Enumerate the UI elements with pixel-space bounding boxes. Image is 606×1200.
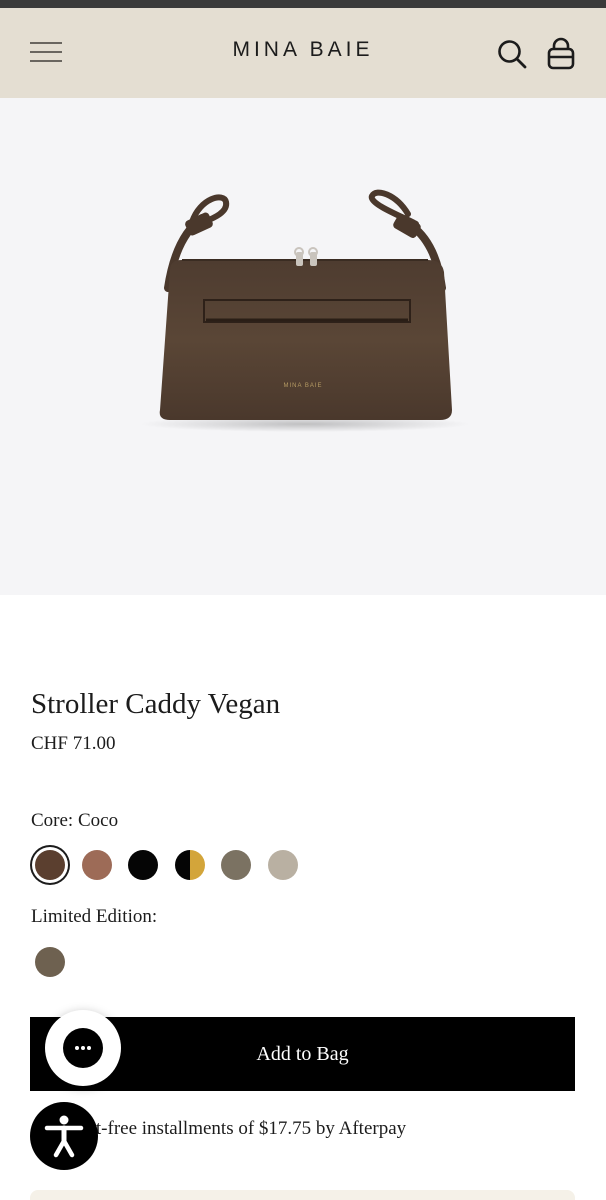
search-icon bbox=[498, 40, 527, 69]
accessibility-button[interactable] bbox=[30, 1102, 98, 1170]
chat-bubble-icon bbox=[63, 1028, 103, 1068]
core-swatch-5[interactable] bbox=[221, 850, 251, 880]
info-card bbox=[30, 1190, 575, 1200]
core-swatch-4[interactable] bbox=[174, 850, 205, 880]
product-logo: MINA BAIE bbox=[283, 383, 322, 389]
search-button[interactable] bbox=[496, 38, 528, 70]
product-price: CHF 71.00 bbox=[31, 733, 116, 754]
core-swatch-6[interactable] bbox=[267, 850, 298, 880]
chat-button[interactable] bbox=[45, 1010, 121, 1086]
product-gallery[interactable]: MINA BAIE bbox=[0, 98, 606, 595]
limited-swatch-1[interactable] bbox=[35, 947, 65, 977]
shopping-bag-icon bbox=[547, 37, 575, 70]
product-image: MINA BAIE bbox=[140, 189, 470, 432]
core-color-label: Core: Coco bbox=[31, 810, 119, 831]
status-strip bbox=[0, 0, 606, 8]
product-title: Stroller Caddy Vegan bbox=[31, 688, 281, 720]
site-header: MINA BAIE bbox=[0, 8, 606, 98]
limited-edition-label: Limited Edition: bbox=[31, 906, 158, 927]
accessibility-icon bbox=[44, 1115, 84, 1158]
cart-button[interactable] bbox=[545, 37, 577, 71]
core-swatch-1[interactable] bbox=[35, 850, 65, 880]
core-swatch-3[interactable] bbox=[128, 850, 158, 880]
core-swatch-2[interactable] bbox=[81, 850, 112, 880]
